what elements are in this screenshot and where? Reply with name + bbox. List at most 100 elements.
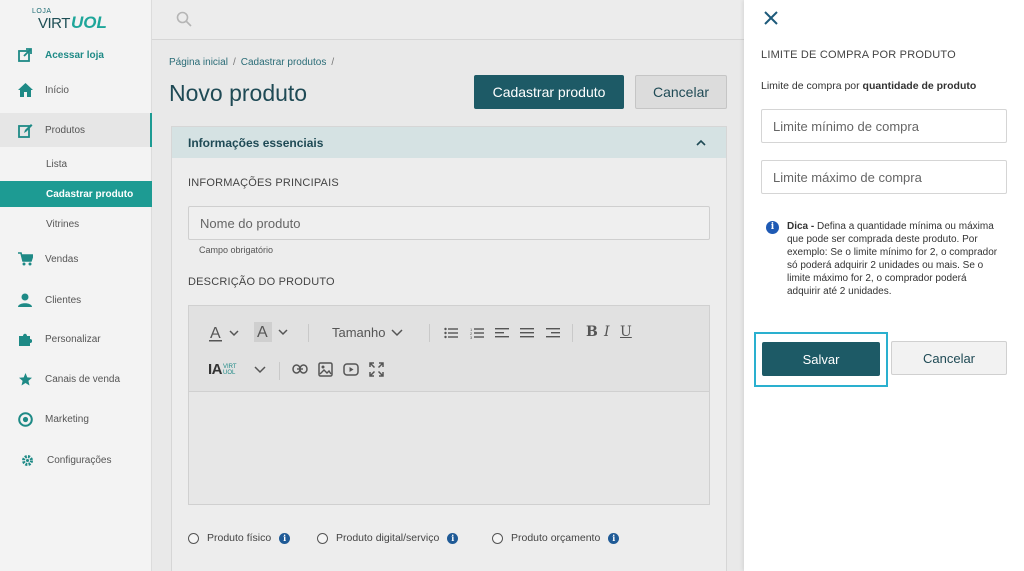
purchase-limit-panel: LIMITE DE COMPRA POR PRODUTO Limite de c… [744,0,1024,571]
toolbar-divider [279,362,280,380]
sidebar-item-clientes[interactable]: Clientes [0,283,152,317]
sidebar-item-label: Marketing [45,413,89,425]
required-field-note: Campo obrigatório [199,245,274,255]
chevron-up-icon[interactable] [696,135,706,149]
card-title: Informações essenciais [188,136,324,150]
panel-subtitle: Limite de compra por quantidade de produ… [761,80,976,92]
sidebar-item-label: Acessar loja [45,49,104,61]
breadcrumb-separator: / [331,57,335,68]
font-size-dropdown[interactable]: Tamanho [332,325,404,340]
info-icon: i [766,221,779,234]
align-left-icon[interactable] [495,327,509,339]
puzzle-icon [17,331,33,347]
panel-title: LIMITE DE COMPRA POR PRODUTO [761,49,956,61]
page-title: Novo produto [169,80,308,106]
video-icon[interactable] [343,363,359,376]
breadcrumb-current-link[interactable]: Cadastrar produtos [241,57,327,68]
bold-icon[interactable]: B [586,324,598,340]
panel-cancel-button[interactable]: Cancelar [891,341,1007,375]
radio-label: Produto físico [207,532,272,544]
product-type-digital[interactable]: Produto digital/serviço i [317,532,459,544]
tip-box: i Dica - Defina a quantidade mínima ou m… [766,220,1002,298]
sidebar: LOJA VIRT UOL Acessar loja Início Produt… [0,0,152,571]
panel-subtitle-bold: quantidade de produto [862,80,977,92]
svg-text:A: A [257,324,268,341]
sidebar-subitem-vitrines[interactable]: Vitrines [0,211,152,237]
sidebar-subitem-cadastrar-produto[interactable]: Cadastrar produto [0,181,152,207]
sidebar-item-label: Vendas [45,253,79,265]
sidebar-item-label: Início [45,84,69,96]
sidebar-item-canais-de-venda[interactable]: Canais de venda [0,362,152,396]
edit-icon [17,122,33,138]
image-icon[interactable] [318,362,333,377]
link-icon[interactable] [292,364,308,374]
breadcrumb-home-link[interactable]: Página inicial [169,57,228,68]
sidebar-item-personalizar[interactable]: Personalizar [0,322,152,356]
product-name-input[interactable] [188,206,710,240]
main-info-section-label: INFORMAÇÕES PRINCIPAIS [188,177,339,189]
radio-label: Produto orçamento [511,532,601,544]
description-section-label: DESCRIÇÃO DO PRODUTO [188,276,335,288]
radio-button[interactable] [492,532,503,544]
toolbar-divider [572,324,573,342]
save-button-focus-ring: Salvar [754,332,888,387]
sidebar-subitem-label: Lista [46,158,68,170]
save-button[interactable]: Salvar [762,342,880,376]
info-icon[interactable]: i [608,532,620,544]
logo[interactable]: LOJA VIRT UOL [30,8,110,34]
card-header[interactable]: Informações essenciais [172,127,726,158]
underline-icon[interactable]: U [620,324,632,340]
breadcrumb-separator: / [232,57,236,68]
sidebar-item-inicio[interactable]: Início [0,73,152,107]
sidebar-item-acessar-loja[interactable]: Acessar loja [0,38,152,72]
product-type-quote[interactable]: Produto orçamento i [492,532,620,544]
sidebar-subitem-lista[interactable]: Lista [0,151,152,177]
main-content: Página inicial / Cadastrar produtos / Novo … [152,40,744,571]
cart-icon [17,251,33,267]
logo-uol-text: UOL [71,13,107,32]
sidebar-item-label: Configurações [47,454,112,466]
ia-label: IA [208,361,223,378]
close-icon[interactable] [763,9,779,32]
font-color-dropdown[interactable]: A [209,324,241,342]
logo-loja-text: LOJA [32,8,52,15]
sidebar-item-produtos[interactable]: Produtos [0,113,152,147]
sidebar-item-label: Produtos [45,124,86,136]
sidebar-item-label: Personalizar [45,333,101,345]
radio-button[interactable] [317,532,328,544]
product-type-physical[interactable]: Produto físico i [188,532,291,544]
highlight-color-dropdown[interactable]: A [254,322,290,342]
max-purchase-limit-input[interactable] [761,160,1007,194]
bullet-list-icon[interactable] [444,327,458,339]
sidebar-item-vendas[interactable]: Vendas [0,242,152,276]
numbered-list-icon[interactable]: 123 [470,327,484,339]
panel-subtitle-prefix: Limite de compra por [761,80,863,92]
sidebar-subitem-label: Vitrines [46,218,80,230]
sidebar-item-marketing[interactable]: Marketing [0,402,152,436]
radio-label: Produto digital/serviço [336,532,440,544]
external-link-icon [17,47,33,63]
star-icon [17,371,33,387]
cancel-button[interactable]: Cancelar [635,75,727,109]
italic-icon[interactable]: I [604,324,610,340]
search-icon[interactable] [176,11,192,27]
info-icon[interactable]: i [279,532,291,544]
top-search-bar [152,0,744,40]
radio-button[interactable] [188,532,199,544]
fullscreen-icon[interactable] [369,362,384,377]
ia-virtuol-dropdown[interactable]: IA VIRT UOL [208,361,267,378]
cadastrar-produto-button[interactable]: Cadastrar produto [474,75,624,109]
sidebar-item-configuracoes[interactable]: Configurações [0,443,152,477]
home-icon [17,82,33,98]
align-right-icon[interactable] [546,327,560,339]
breadcrumb: Página inicial / Cadastrar produtos / [169,57,339,68]
align-justify-icon[interactable] [520,327,534,339]
tip-text: Defina a quantidade mínima ou máxima que… [787,221,998,297]
rich-text-editor: A A Tamanho 123 B I U IA VIRT UOL [188,305,710,505]
gear-icon [19,452,35,468]
logo-virt-text: VIRT [38,15,70,32]
min-purchase-limit-input[interactable] [761,109,1007,143]
info-icon[interactable]: i [447,532,459,544]
target-icon [17,411,33,427]
editor-toolbar: A A Tamanho 123 B I U IA VIRT UOL [189,306,709,392]
